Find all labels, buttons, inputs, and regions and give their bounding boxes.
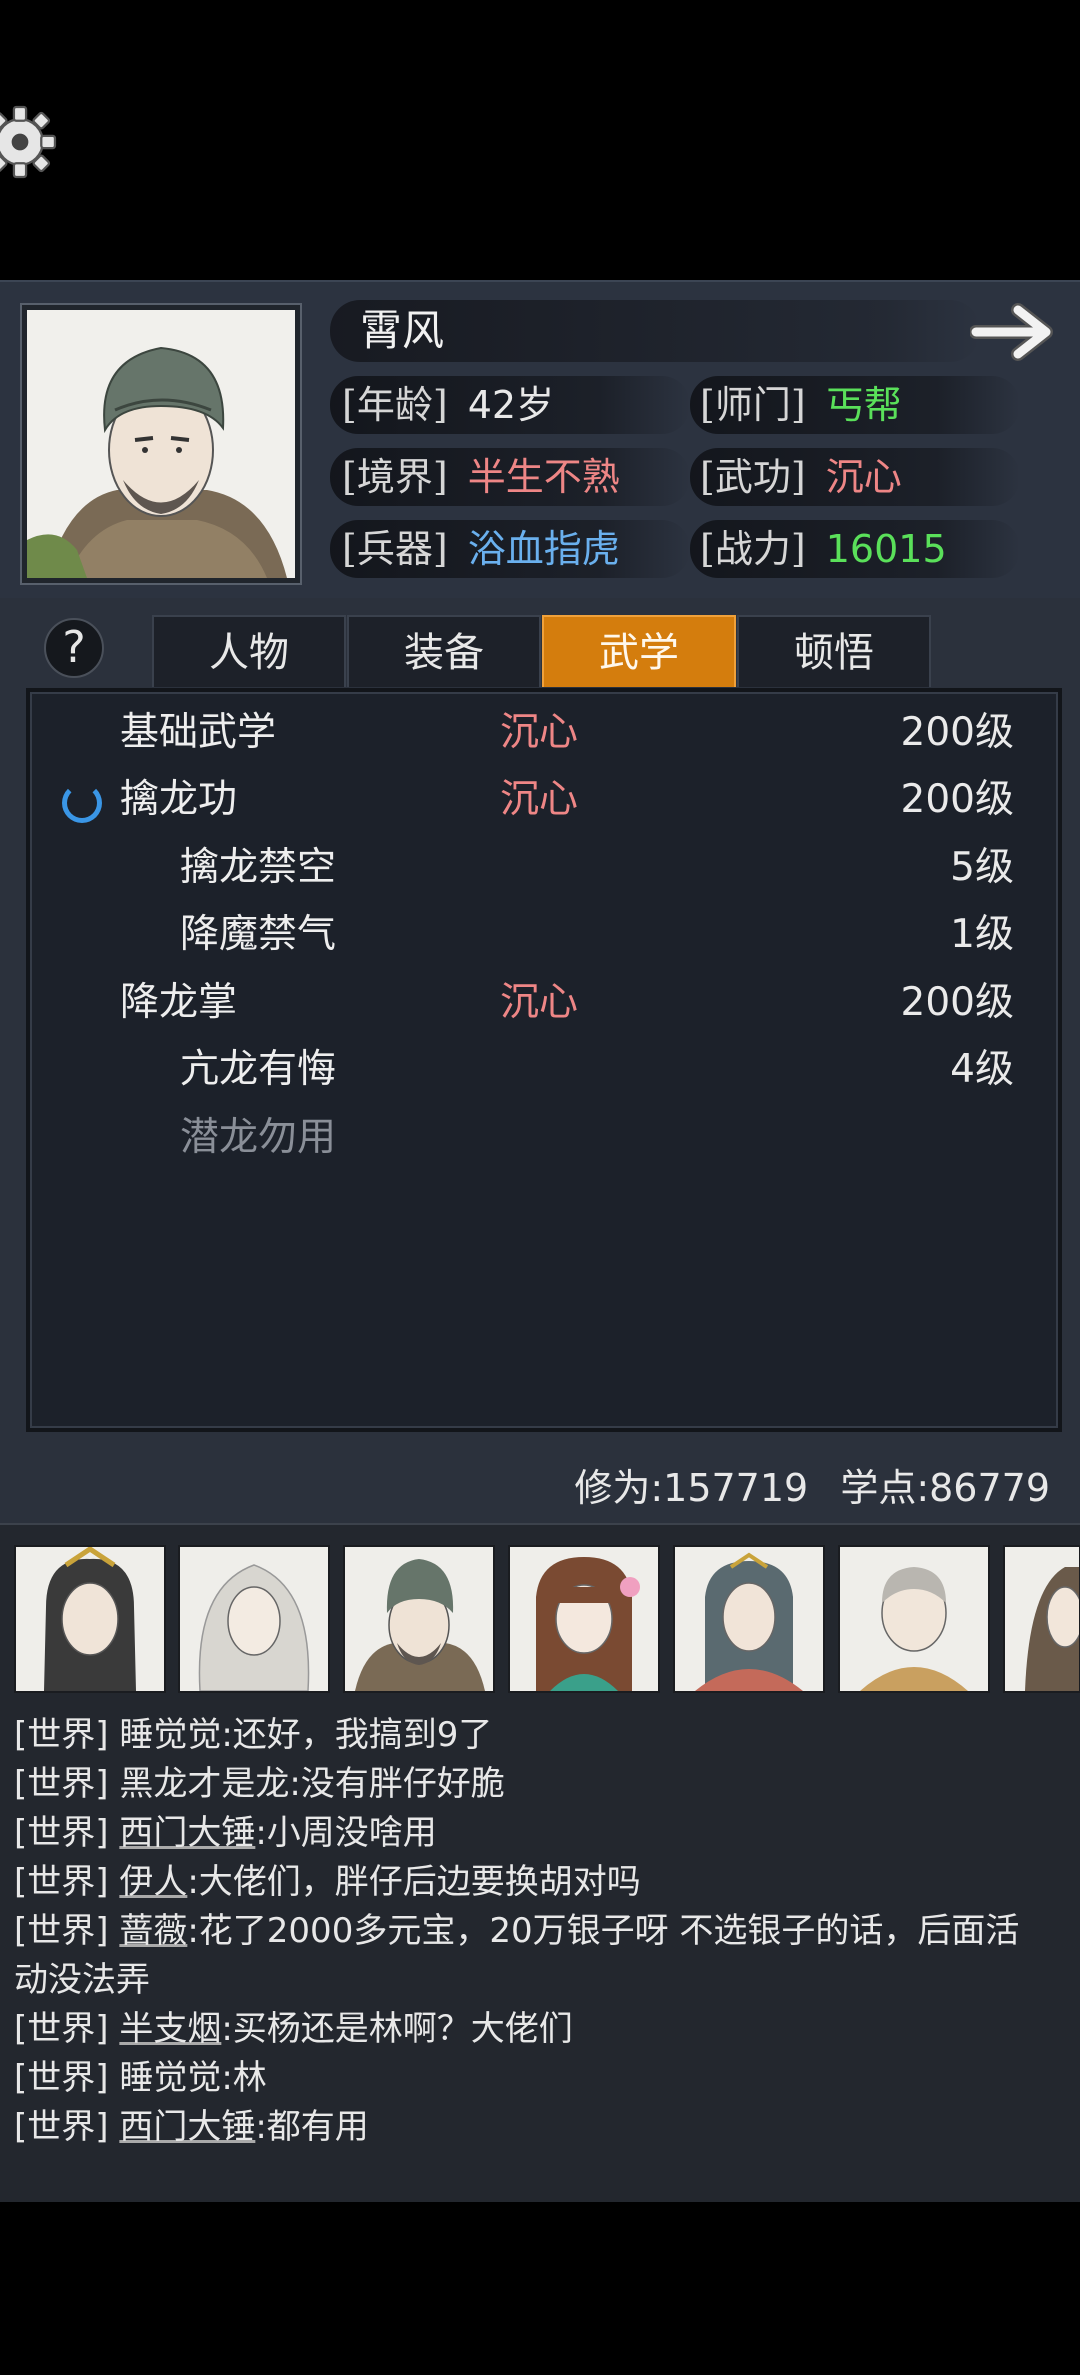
character-portrait (22, 305, 300, 583)
chat-user[interactable]: 西门大锤 (119, 2107, 255, 2147)
skill-level: 5级 (950, 845, 1014, 890)
chat-channel: [世界] (14, 1764, 109, 1804)
chat-message: [世界] 西门大锤:小周没啥用 (14, 1808, 437, 1858)
learn-points-value: 学点:86779 (840, 1466, 1050, 1510)
tab-equipment[interactable]: 装备 (347, 615, 541, 687)
skill-state: 沉心 (500, 980, 579, 1025)
chat-user[interactable]: 睡觉觉 (119, 2058, 221, 2098)
chat-user[interactable]: 半支烟 (119, 2009, 221, 2049)
age-value: 42岁 (467, 383, 555, 427)
skill-name[interactable]: 降龙掌 (120, 973, 237, 1033)
party-avatar[interactable] (343, 1545, 495, 1693)
sect-value: 丐帮 (825, 383, 902, 427)
martial-value: 沉心 (825, 455, 902, 499)
chat-text: :没有胖仔好脆 (289, 1764, 505, 1804)
power-stat: [战力] 16015 (700, 520, 947, 578)
chat-text: :花了2000多元宝，20万银子呀 不选银子的话，后面活 (187, 1911, 1020, 1951)
chat-text: :都有用 (255, 2107, 369, 2147)
party-avatar[interactable] (508, 1545, 660, 1693)
sub-skill-name[interactable]: 亢龙有悔 (180, 1040, 336, 1100)
realm-stat: [境界] 半生不熟 (342, 448, 620, 506)
martial-label: [武功] (700, 455, 806, 499)
points-summary: 修为:157719 学点:86779 (574, 1458, 1050, 1518)
chat-message: [世界] 伊人:大佬们，胖仔后边要换胡对吗 (14, 1857, 641, 1907)
weapon-value[interactable]: 浴血指虎 (468, 527, 620, 571)
skill-level: 200级 (900, 710, 1014, 755)
skill-level: 200级 (900, 777, 1014, 822)
tab-martial-arts[interactable]: 武学 (542, 615, 736, 687)
sub-skill-name[interactable]: 擒龙禁空 (180, 838, 336, 898)
weapon-label: [兵器] (342, 527, 448, 571)
chat-message-continued: 动没法弄 (14, 1955, 150, 2005)
chat-text: :买杨还是林啊？大佬们 (221, 2009, 573, 2049)
chat-message: [世界] 蔷薇:花了2000多元宝，20万银子呀 不选银子的话，后面活 (14, 1906, 1019, 1956)
chat-text: 动没法弄 (14, 1960, 150, 2000)
chat-channel: [世界] (14, 1911, 109, 1951)
tab-character[interactable]: 人物 (152, 615, 346, 687)
party-avatar[interactable] (178, 1545, 330, 1693)
skill-level: 4级 (950, 1047, 1014, 1092)
chat-user[interactable]: 西门大锤 (119, 1813, 255, 1853)
skill-state: 沉心 (500, 777, 579, 822)
chat-message: [世界] 半支烟:买杨还是林啊？大佬们 (14, 2004, 573, 2054)
power-value: 16015 (825, 527, 947, 571)
help-icon[interactable]: ? (44, 618, 104, 678)
chat-channel: [世界] (14, 1862, 109, 1902)
chat-text: :还好，我搞到9了 (221, 1715, 493, 1755)
sect-label: [师门] (700, 383, 806, 427)
chat-channel: [世界] (14, 2058, 109, 2098)
chat-message: [世界] 睡觉觉:林 (14, 2053, 267, 2103)
chat-channel: [世界] (14, 2009, 109, 2049)
power-label: [战力] (700, 527, 806, 571)
martial-stat: [武功] 沉心 (700, 448, 902, 506)
chat-text: :小周没啥用 (255, 1813, 437, 1853)
weapon-stat: [兵器] 浴血指虎 (342, 520, 620, 578)
chat-text: :大佬们，胖仔后边要换胡对吗 (187, 1862, 641, 1902)
skill-name[interactable]: 擒龙功 (120, 770, 237, 830)
age-stat: [年龄] 42岁 (342, 376, 554, 434)
sub-skill-name[interactable]: 降魔禁气 (180, 905, 336, 965)
cultivation-value: 修为:157719 (574, 1466, 809, 1510)
skill-level: 1级 (950, 912, 1014, 957)
chat-message: [世界] 黑龙才是龙:没有胖仔好脆 (14, 1759, 505, 1809)
skill-state: 沉心 (500, 710, 579, 755)
tab-enlightenment[interactable]: 顿悟 (737, 615, 931, 687)
chat-message: [世界] 西门大锤:都有用 (14, 2102, 369, 2152)
chat-channel: [世界] (14, 1715, 109, 1755)
chat-channel: [世界] (14, 1813, 109, 1853)
realm-value: 半生不熟 (467, 455, 620, 499)
sub-skill-name-locked[interactable]: 潜龙勿用 (180, 1108, 336, 1168)
chat-user[interactable]: 睡觉觉 (119, 1715, 221, 1755)
party-avatar[interactable] (838, 1545, 990, 1693)
character-name: 霄风 (360, 306, 445, 355)
party-avatar[interactable] (14, 1545, 166, 1693)
chat-channel: [世界] (14, 2107, 109, 2147)
chat-user[interactable]: 伊人 (119, 1862, 187, 1902)
skill-name[interactable]: 基础武学 (120, 703, 276, 763)
chat-user[interactable]: 蔷薇 (119, 1911, 187, 1951)
chat-text: :林 (221, 2058, 267, 2098)
age-label: [年龄] (342, 383, 448, 427)
skill-level: 200级 (900, 980, 1014, 1025)
next-arrow-icon[interactable] (970, 300, 1066, 364)
party-avatar[interactable] (1003, 1545, 1080, 1693)
loading-spinner-icon (62, 783, 102, 823)
realm-label: [境界] (342, 455, 448, 499)
party-avatar[interactable] (673, 1545, 825, 1693)
chat-user[interactable]: 黑龙才是龙 (119, 1764, 289, 1804)
settings-gear-icon[interactable] (0, 104, 58, 180)
sect-stat: [师门] 丐帮 (700, 376, 902, 434)
chat-message: [世界] 睡觉觉:还好，我搞到9了 (14, 1710, 492, 1760)
